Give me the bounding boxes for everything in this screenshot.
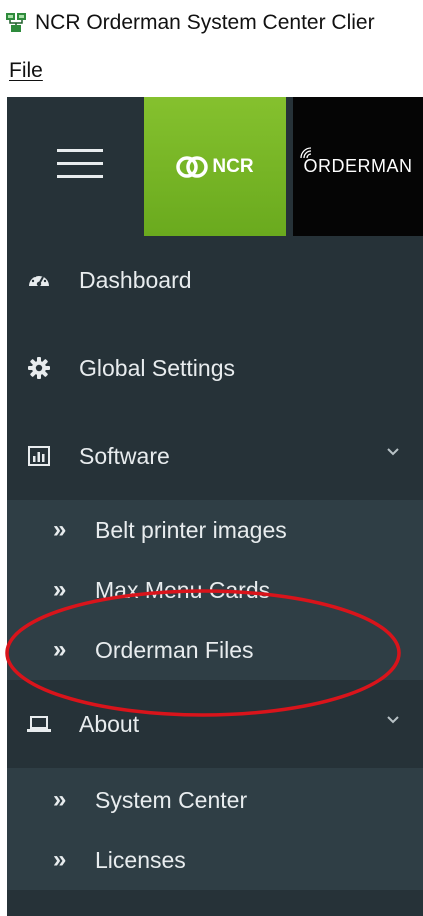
software-submenu: » Belt printer images » Max Menu Cards »… (7, 500, 423, 680)
title-bar: NCR Orderman System Center Clier (0, 0, 423, 45)
nav-label-about: About (79, 710, 140, 737)
submenu-label: System Center (95, 786, 248, 813)
submenu-item-max-menu-cards[interactable]: » Max Menu Cards (7, 560, 423, 620)
nav-label-software: Software (79, 442, 170, 469)
ncr-logo-icon (176, 155, 209, 178)
submenu-label: Orderman Files (95, 636, 254, 663)
double-chevron-right-icon: » (53, 786, 67, 813)
submenu-label: Belt printer images (95, 516, 287, 543)
gear-icon (26, 355, 52, 381)
submenu-item-licenses[interactable]: » Licenses (7, 830, 423, 890)
ncr-logo-text: NCR (212, 155, 254, 177)
double-chevron-right-icon: » (53, 636, 67, 663)
sidebar-header: NCR ORDERMAN (7, 97, 423, 236)
nav-item-dashboard[interactable]: Dashboard (7, 236, 423, 324)
double-chevron-right-icon: » (53, 846, 67, 873)
chevron-down-icon[interactable] (385, 444, 401, 460)
bar-chart-icon (26, 443, 52, 469)
nav-item-global-settings[interactable]: Global Settings (7, 324, 423, 412)
orderman-logo: ORDERMAN (300, 147, 413, 177)
dashboard-gauge-icon (26, 267, 52, 293)
orderman-signal-icon (300, 147, 312, 159)
ncr-logo-tile: NCR (144, 97, 286, 236)
submenu-item-orderman-files[interactable]: » Orderman Files (7, 620, 423, 680)
laptop-icon (26, 711, 52, 737)
window-title: NCR Orderman System Center Clier (35, 10, 375, 34)
ncr-logo: NCR (176, 155, 254, 178)
double-chevron-right-icon: » (53, 516, 67, 543)
nav-item-software[interactable]: Software (7, 412, 423, 500)
submenu-label: Max Menu Cards (95, 576, 271, 603)
file-menu[interactable]: File (9, 59, 43, 83)
submenu-item-belt-printer-images[interactable]: » Belt printer images (7, 500, 423, 560)
submenu-item-system-center[interactable]: » System Center (7, 770, 423, 830)
nav-item-about[interactable]: About (7, 680, 423, 768)
orderman-logo-tile: ORDERMAN (293, 97, 423, 236)
submenu-label: Licenses (95, 846, 186, 873)
about-submenu: » System Center » Licenses (7, 768, 423, 890)
nav-label-global-settings: Global Settings (79, 354, 235, 381)
network-app-icon (6, 12, 26, 32)
chevron-down-icon[interactable] (385, 712, 401, 728)
nav-label-dashboard: Dashboard (79, 266, 192, 293)
orderman-logo-text: ORDERMAN (303, 156, 413, 176)
double-chevron-right-icon: » (53, 576, 67, 603)
hamburger-icon[interactable] (57, 149, 103, 179)
sidebar: NCR ORDERMAN Dashboard Global Settings S… (7, 97, 423, 916)
menu-bar: File (0, 45, 423, 97)
